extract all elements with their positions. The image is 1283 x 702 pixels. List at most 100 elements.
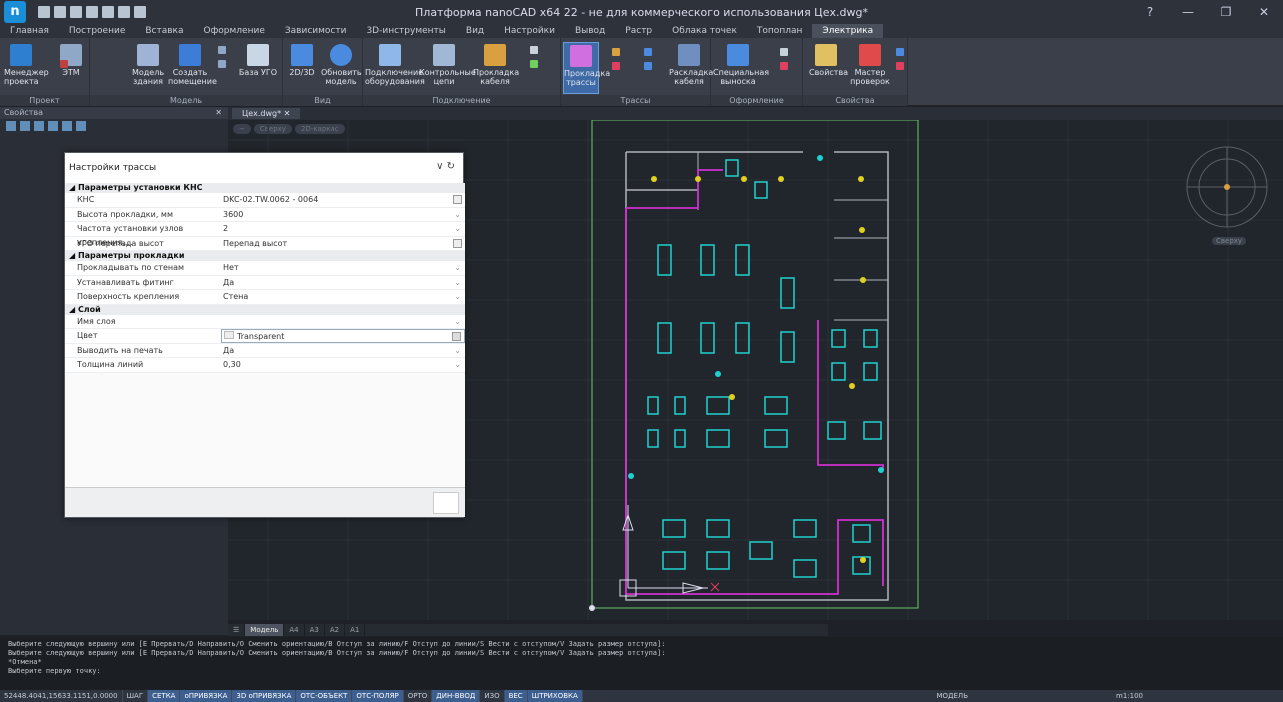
tab-a4[interactable]: A4 — [284, 624, 305, 636]
building-model-button[interactable]: Модель здания — [130, 44, 166, 86]
tab-view[interactable]: Вид — [456, 24, 494, 38]
color-dropdown-button[interactable] — [452, 332, 461, 341]
toggle-polar[interactable]: ОТС-ПОЛЯР — [352, 690, 404, 702]
doc-tab-tseh[interactable]: Цех.dwg* ✕ — [232, 108, 301, 119]
select-icon[interactable] — [6, 121, 16, 131]
property-value[interactable]: DKC-02.TW.0062 - 0064 — [221, 193, 465, 207]
tab-settings[interactable]: Настройки — [494, 24, 565, 38]
connect-equipment-button[interactable]: Подключение оборудования — [365, 44, 425, 86]
toggle-ortho[interactable]: ОРТО — [404, 690, 433, 702]
property-row[interactable]: Поверхность крепления Стена ⌄ — [65, 290, 465, 305]
chevron-down-icon[interactable]: ⌄ — [454, 290, 461, 304]
section-header[interactable]: ◢ Параметры установки КНС — [65, 183, 465, 193]
small-tool-icon[interactable] — [644, 62, 652, 70]
tab-a2[interactable]: A2 — [325, 624, 346, 636]
property-row[interactable]: Имя слоя ⌄ — [65, 314, 465, 329]
toggle-iso[interactable]: ИЗО — [480, 690, 505, 702]
toggle-hatch[interactable]: ШТРИХОВКА — [527, 690, 583, 702]
tab-output[interactable]: Вывод — [565, 24, 615, 38]
cable-layout-button[interactable]: Раскладка кабеля — [669, 44, 713, 86]
property-value[interactable]: Transparent — [221, 329, 465, 343]
small-tool-icon[interactable] — [780, 48, 788, 56]
dialog-controls[interactable]: ∨ ↻ — [436, 161, 455, 172]
property-row[interactable]: Прокладывать по стенам Нет ⌄ — [65, 261, 465, 276]
property-value[interactable]: 3600 ⌄ — [221, 208, 465, 222]
property-row[interactable]: Цвет Transparent — [65, 329, 465, 344]
chevron-down-icon[interactable]: ⌄ — [454, 208, 461, 222]
view-cube-label[interactable]: Сверху — [1212, 237, 1247, 245]
tab-insert[interactable]: Вставка — [135, 24, 193, 38]
chevron-down-icon[interactable]: ⌄ — [454, 222, 461, 236]
maximize-button[interactable]: ❐ — [1207, 5, 1245, 19]
tab-constraints[interactable]: Зависимости — [275, 24, 357, 38]
property-value[interactable]: Нет ⌄ — [221, 261, 465, 275]
chevron-down-icon[interactable]: ⌄ — [454, 276, 461, 290]
small-tool-icon[interactable] — [780, 62, 788, 70]
route-laying-button[interactable]: Прокладка трассы — [563, 42, 610, 94]
close-icon[interactable]: ✕ — [215, 107, 222, 119]
command-line[interactable]: Выберите следующую вершину или [E Прерва… — [0, 637, 1283, 690]
small-tool-icon[interactable] — [896, 62, 904, 70]
tab-home[interactable]: Главная — [0, 24, 59, 38]
section-header[interactable]: ◢ Параметры прокладки — [65, 251, 465, 261]
small-tool-icon[interactable] — [60, 46, 68, 54]
pickadd-icon[interactable] — [62, 121, 72, 131]
ugo-base-button[interactable]: База УГО — [238, 44, 278, 77]
close-icon[interactable]: ✕ — [284, 109, 291, 118]
tab-electrics[interactable]: Электрика — [812, 24, 884, 38]
property-row[interactable]: Устанавливать фитинг Да ⌄ — [65, 275, 465, 290]
small-tool-icon[interactable] — [612, 48, 620, 56]
cable-routing-button[interactable]: Прокладка кабеля — [473, 44, 519, 86]
browse-button[interactable] — [453, 238, 462, 248]
small-tool-icon[interactable] — [896, 48, 904, 56]
minimize-button[interactable]: — — [1169, 5, 1207, 19]
section-header[interactable]: ◢ Слой — [65, 304, 465, 315]
small-tool-icon[interactable] — [612, 62, 620, 70]
2d-3d-button[interactable]: 2D/3D — [285, 44, 319, 77]
properties-button[interactable]: Свойства — [809, 44, 848, 77]
tab-point-clouds[interactable]: Облака точек — [662, 24, 747, 38]
property-value[interactable]: Да ⌄ — [221, 344, 465, 358]
tab-3d-tools[interactable]: 3D-инструменты — [356, 24, 455, 38]
toggle-dyn[interactable]: ДИН-ВВОД — [432, 690, 481, 702]
quick-select-icon[interactable] — [20, 121, 30, 131]
chevron-down-icon[interactable]: ⌄ — [454, 261, 461, 275]
small-tool-icon[interactable] — [60, 60, 68, 68]
tab-model[interactable]: Модель — [245, 624, 285, 636]
create-room-button[interactable]: Создать помещение — [168, 44, 217, 86]
small-tool-icon[interactable] — [644, 48, 652, 56]
property-value[interactable]: 0,30 ⌄ — [221, 358, 465, 372]
refresh-model-button[interactable]: Обновить модель — [321, 44, 362, 86]
close-button[interactable]: ✕ — [1245, 5, 1283, 19]
property-value[interactable]: Да ⌄ — [221, 276, 465, 290]
tab-a1[interactable]: A1 — [345, 624, 366, 636]
control-circuits-button[interactable]: Контрольные цепи — [419, 44, 476, 86]
command-prompt[interactable]: Выберите первую точку: — [8, 667, 1283, 676]
small-tool-icon[interactable] — [218, 60, 226, 68]
property-value[interactable]: Перепад высот — [221, 237, 465, 251]
tab-a3[interactable]: A3 — [305, 624, 325, 636]
toggle-3d-osnap[interactable]: 3D оПРИВЯЗКА — [232, 690, 297, 702]
toggle-lweight[interactable]: ВЕС — [504, 690, 528, 702]
small-tool-icon[interactable] — [530, 60, 538, 68]
layout-menu[interactable]: ☰ — [228, 624, 246, 636]
filter-icon[interactable] — [34, 121, 44, 131]
property-row[interactable]: Частота установки узлов крепления,... 2 ⌄ — [65, 222, 465, 247]
toggle-grid[interactable]: СЕТКА — [148, 690, 181, 702]
property-row[interactable]: Толщина линий 0,30 ⌄ — [65, 358, 465, 373]
view-cube[interactable]: Сверху — [1172, 127, 1282, 247]
browse-button[interactable] — [453, 195, 462, 204]
property-row[interactable]: УГО перепада высот Перепад высот — [65, 236, 465, 251]
toggle-snap[interactable]: ШАГ — [123, 690, 149, 702]
chevron-down-icon[interactable]: ⌄ — [454, 358, 461, 372]
toggle-otrack[interactable]: ОТС-ОБЪЕКТ — [296, 690, 353, 702]
special-callout-button[interactable]: Специальная выноска — [713, 44, 769, 86]
help-button[interactable]: ? — [1131, 5, 1169, 19]
property-row[interactable]: КНС DKC-02.TW.0062 - 0064 — [65, 193, 465, 208]
property-row[interactable]: Высота прокладки, мм 3600 ⌄ — [65, 207, 465, 222]
small-tool-icon[interactable] — [218, 46, 226, 54]
toggle-icon[interactable] — [48, 121, 58, 131]
model-space-label[interactable]: МОДЕЛЬ — [928, 692, 976, 700]
small-tool-icon[interactable] — [530, 46, 538, 54]
chevron-down-icon[interactable]: ⌄ — [454, 315, 461, 329]
